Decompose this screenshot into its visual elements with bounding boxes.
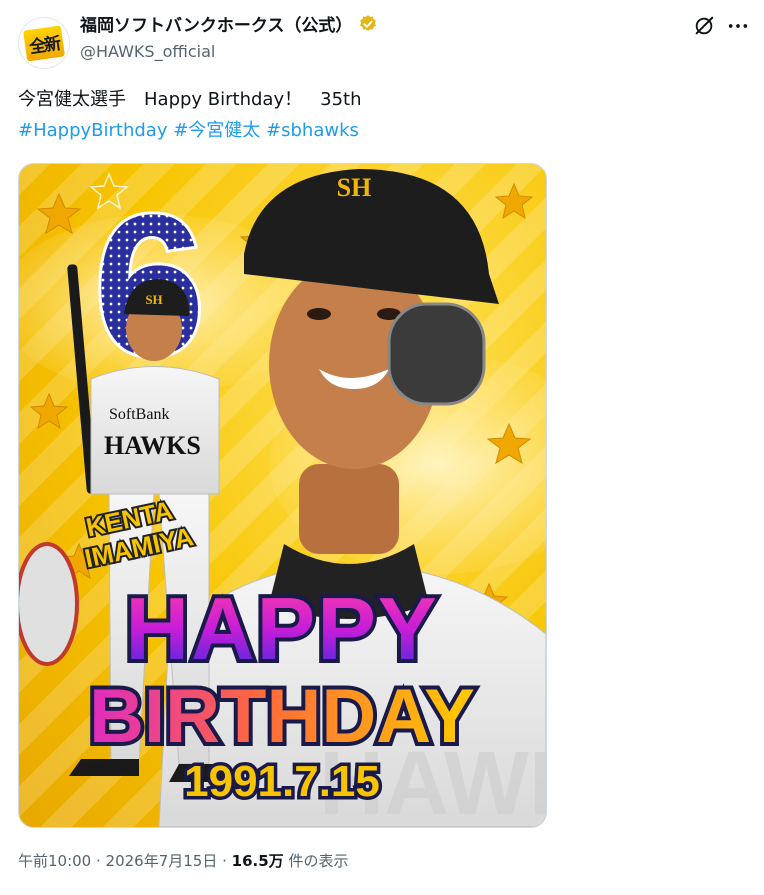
verified-badge-icon (360, 14, 377, 31)
tweet-hashtags: #HappyBirthday #今宮健太 #sbhawks (18, 118, 359, 144)
handle[interactable]: @HAWKS_official (80, 42, 215, 61)
happy-text: HAPPY (125, 579, 438, 678)
uniform-text-hawks: HAWKS (104, 431, 201, 460)
player-eye (307, 308, 331, 320)
meta-separator: · (91, 852, 106, 870)
birthday-graphic: SH HAWKS 6 SH SoftBank HAWKS KENTA IMAMI… (19, 169, 546, 827)
post-time[interactable]: 午前10:00 (18, 852, 91, 870)
tweet-text: 今宮健太選手 Happy Birthday！ 35th (18, 89, 362, 110)
tweet-meta: 午前10:00 · 2026年7月15日 · 16.5万 件の表示 (18, 850, 348, 871)
hashtag-link[interactable]: #HappyBirthday (18, 120, 167, 141)
star-shape (29, 392, 69, 430)
birth-date-text: 1991.7.15 (184, 757, 380, 806)
batting-glove (19, 542, 79, 666)
avatar-logo: 全新 (23, 25, 65, 61)
uniform-text-softbank: SoftBank (109, 406, 169, 423)
star-shape (494, 182, 534, 220)
more-icon[interactable] (726, 14, 750, 38)
author-name-row: 福岡ソフトバンクホークス（公式） (80, 11, 378, 36)
meta-separator: · (217, 852, 232, 870)
display-name[interactable]: 福岡ソフトバンクホークス（公式） (80, 11, 352, 36)
view-count-label: 件の表示 (283, 852, 349, 870)
player-neck (299, 464, 399, 554)
helmet-logo: SH (337, 173, 372, 202)
small-cap-logo: SH (145, 292, 162, 307)
hashtag-link[interactable]: #今宮健太 (173, 120, 260, 141)
birthday-text: BIRTHDAY (89, 674, 475, 759)
tweet-image[interactable]: SH HAWKS 6 SH SoftBank HAWKS KENTA IMAMI… (18, 163, 547, 828)
post-date[interactable]: 2026年7月15日 (106, 852, 218, 870)
hashtag-link[interactable]: #sbhawks (266, 120, 359, 141)
small-player-shoe (69, 759, 139, 776)
grok-icon[interactable] (692, 14, 716, 38)
view-count: 16.5万 (231, 852, 284, 870)
avatar[interactable]: 全新 (18, 17, 70, 69)
helmet-earflap (387, 302, 486, 406)
star-shape (36, 192, 82, 235)
